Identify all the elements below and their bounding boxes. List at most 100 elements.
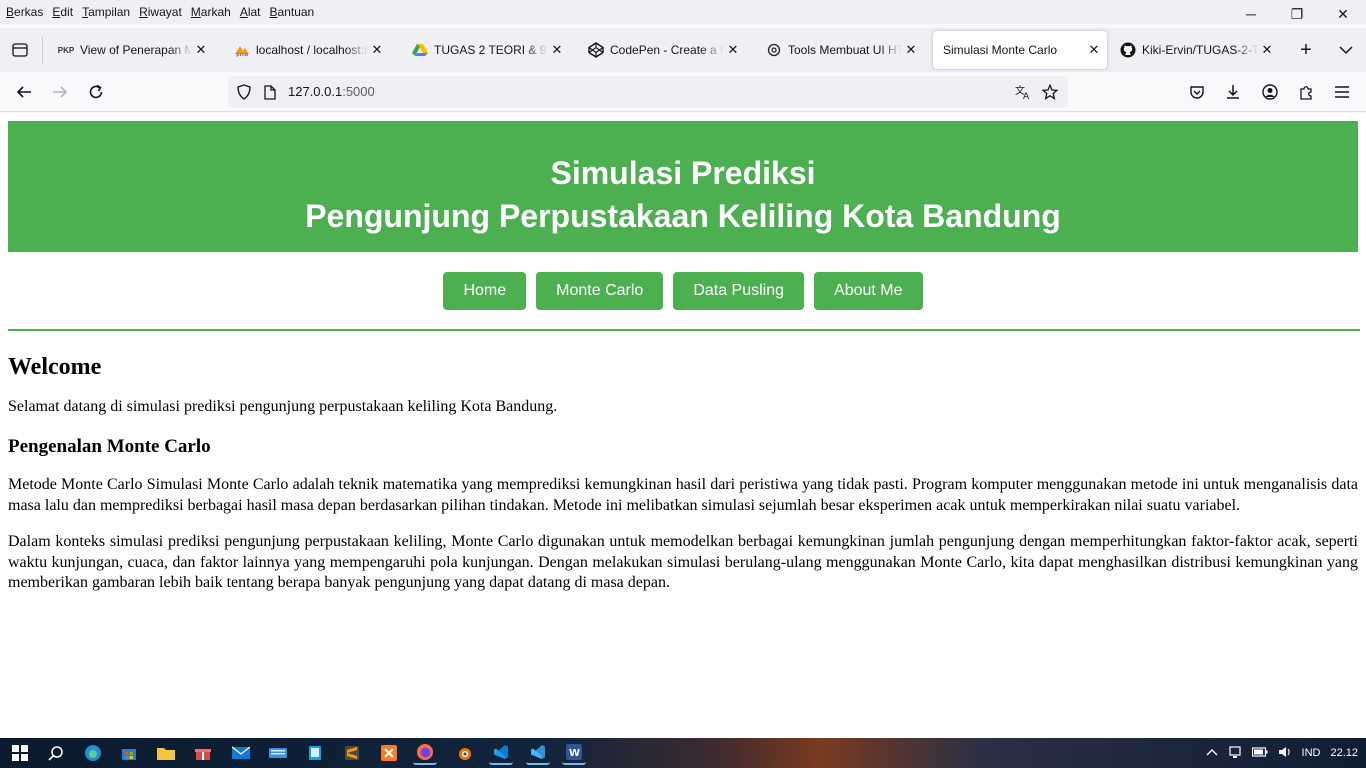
xampp-icon[interactable]: [377, 741, 401, 765]
tab-close-icon[interactable]: ✕: [1258, 42, 1276, 58]
tab-codepen[interactable]: CodePen - Create a Ne ✕: [578, 31, 746, 69]
nav-data-pusling-button[interactable]: Data Pusling: [673, 272, 805, 310]
list-all-tabs-button[interactable]: [1334, 36, 1358, 64]
app-menu-button[interactable]: [1328, 78, 1356, 106]
tab-title: TUGAS 2 TEORI & 9 PR: [434, 43, 548, 57]
blender-icon[interactable]: [452, 741, 476, 765]
phpmyadmin-icon: pma: [234, 42, 250, 58]
paragraph-monte-carlo-definition: Metode Monte Carlo Simulasi Monte Carlo …: [8, 476, 1358, 514]
tab-tugas-2-teori[interactable]: TUGAS 2 TEORI & 9 PR ✕: [402, 31, 570, 69]
codepen-icon: [588, 42, 604, 58]
paragraph-monte-carlo-context: Dalam konteks simulasi prediksi pengunju…: [8, 533, 1358, 591]
vscode-secondary-icon[interactable]: [526, 741, 550, 765]
menu-markah[interactable]: Markah: [191, 5, 231, 19]
menu-alat[interactable]: Alat: [240, 5, 261, 19]
menu-berkas[interactable]: Berkas: [6, 5, 43, 19]
minimize-button[interactable]: ─: [1228, 0, 1274, 28]
tablet-icon[interactable]: [303, 741, 327, 765]
tab-close-icon[interactable]: ✕: [724, 42, 742, 58]
menu-bantuan[interactable]: Bantuan: [270, 5, 315, 19]
window-controls: ─ ❐ ✕: [1228, 0, 1366, 28]
restore-button[interactable]: ❐: [1274, 0, 1320, 28]
svg-text:W: W: [569, 748, 580, 759]
tab-simulasi-monte-carlo[interactable]: Simulasi Monte Carlo ✕: [933, 31, 1107, 69]
shield-icon[interactable]: [234, 82, 254, 102]
forward-arrow-icon: [53, 86, 68, 98]
menu-tampilan[interactable]: Tampilan: [82, 5, 130, 19]
tab-close-icon[interactable]: ✕: [368, 42, 386, 58]
account-icon: [1262, 84, 1278, 100]
edge-icon[interactable]: [81, 741, 105, 765]
volume-icon[interactable]: [1278, 746, 1292, 761]
tab-strip: PKP View of Penerapan Me ✕ pma localhost…: [0, 28, 1366, 72]
sublime-icon[interactable]: [340, 741, 364, 765]
store-icon[interactable]: [117, 741, 141, 765]
chevron-up-icon[interactable]: [1206, 747, 1218, 759]
page-header: Simulasi Prediksi Pengunjung Perpustakaa…: [8, 121, 1358, 252]
battery-icon[interactable]: [1251, 746, 1268, 760]
reload-icon: [89, 84, 103, 99]
back-button[interactable]: [10, 78, 38, 106]
tab-separator: [42, 36, 43, 64]
address-bar[interactable]: 127.0.0.1:5000 文A: [228, 76, 1068, 108]
menu-riwayat[interactable]: Riwayat: [139, 5, 182, 19]
gift-app-icon[interactable]: [191, 741, 215, 765]
pocket-button[interactable]: [1183, 78, 1211, 106]
welcome-text: Selamat datang di simulasi prediksi peng…: [8, 398, 558, 415]
url-port: :5000: [342, 84, 375, 99]
file-explorer-icon[interactable]: [154, 741, 178, 765]
search-icon[interactable]: [44, 741, 68, 765]
pocket-icon: [1190, 86, 1204, 99]
tab-tools-membuat-ui[interactable]: Tools Membuat UI HTM ✕: [756, 31, 924, 69]
close-window-button[interactable]: ✕: [1320, 0, 1366, 28]
url-text[interactable]: 127.0.0.1:5000: [288, 84, 375, 99]
tab-close-icon[interactable]: ✕: [1085, 42, 1103, 58]
tab-localhost[interactable]: pma localhost / localhost:81 ✕: [224, 31, 390, 69]
tab-title: Tools Membuat UI HTM: [788, 43, 902, 57]
page-icon[interactable]: [260, 82, 280, 102]
tab-close-icon[interactable]: ✕: [192, 42, 210, 58]
openai-icon: [766, 42, 782, 58]
tab-title: Kiki-Ervin/TUGAS-2-TE: [1142, 43, 1258, 57]
header-title-line1: Simulasi Prediksi: [550, 155, 816, 191]
system-tray: IND 22.12: [1206, 738, 1358, 768]
main-content: Welcome Selamat datang di simulasi predi…: [8, 351, 1358, 594]
keyboard-icon[interactable]: [266, 741, 290, 765]
firefox-icon[interactable]: [413, 741, 437, 765]
tab-list-button[interactable]: [6, 36, 34, 64]
input-language-indicator[interactable]: IND: [1302, 747, 1321, 759]
download-icon: [1227, 85, 1239, 99]
new-tab-button[interactable]: +: [1294, 36, 1318, 64]
tab-github-kiki-ervin[interactable]: Kiki-Ervin/TUGAS-2-TE ✕: [1110, 31, 1280, 69]
tab-view-of-penerapan[interactable]: PKP View of Penerapan Me ✕: [48, 31, 214, 69]
windows-taskbar: W IND 22.12: [0, 738, 1366, 768]
web-page: Simulasi Prediksi Pengunjung Perpustakaa…: [0, 113, 1366, 738]
site-nav: Home Monte Carlo Data Pusling About Me: [0, 272, 1366, 310]
translate-icon[interactable]: 文A: [1014, 82, 1034, 102]
nav-about-me-button[interactable]: About Me: [814, 272, 923, 310]
bookmark-star-icon[interactable]: [1040, 82, 1060, 102]
clock[interactable]: 22.12: [1330, 747, 1358, 759]
tab-close-icon[interactable]: ✕: [902, 42, 920, 58]
svg-text:pma: pma: [236, 52, 248, 57]
vscode-icon[interactable]: [489, 741, 513, 765]
network-icon[interactable]: [1228, 745, 1242, 762]
downloads-button[interactable]: [1219, 78, 1247, 106]
github-icon: [1120, 42, 1136, 58]
forward-button[interactable]: [46, 78, 74, 106]
word-icon[interactable]: W: [562, 741, 586, 765]
welcome-heading: Welcome: [8, 354, 102, 380]
tab-close-icon[interactable]: ✕: [548, 42, 566, 58]
back-arrow-icon: [16, 86, 31, 98]
intro-heading: Pengenalan Monte Carlo: [8, 436, 211, 457]
windows-start-icon[interactable]: [8, 741, 32, 765]
account-button[interactable]: [1256, 78, 1284, 106]
reload-button[interactable]: [82, 78, 110, 106]
svg-text:A: A: [1023, 92, 1030, 100]
tab-title: Simulasi Monte Carlo: [943, 43, 1058, 57]
menu-edit[interactable]: Edit: [52, 5, 73, 19]
nav-monte-carlo-button[interactable]: Monte Carlo: [536, 272, 664, 310]
nav-home-button[interactable]: Home: [443, 272, 527, 310]
extensions-button[interactable]: [1292, 78, 1320, 106]
mail-icon[interactable]: [229, 741, 253, 765]
